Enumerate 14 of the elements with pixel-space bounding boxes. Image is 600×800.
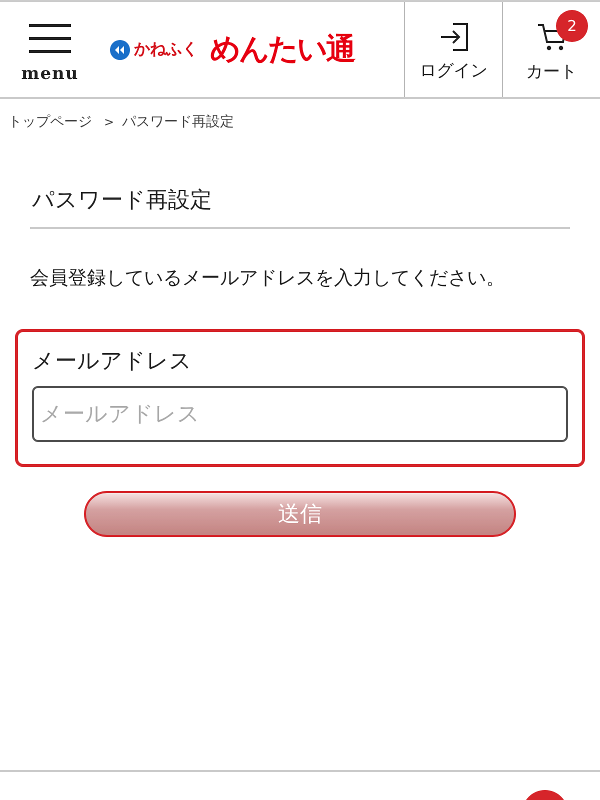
logo-brand: かねふく bbox=[134, 39, 198, 60]
menu-button[interactable]: menu bbox=[0, 2, 100, 97]
logo-icon bbox=[110, 40, 130, 60]
menu-icon bbox=[29, 24, 71, 54]
description-text: 会員登録しているメールアドレスを入力してください。 bbox=[30, 266, 506, 291]
page-title: パスワード再設定 bbox=[30, 185, 570, 229]
breadcrumb-separator: > bbox=[104, 115, 114, 129]
logo-text[interactable]: めんたい通 bbox=[210, 29, 354, 70]
breadcrumb-item: パスワード再設定 bbox=[122, 113, 234, 131]
login-icon bbox=[438, 23, 468, 51]
email-input-field[interactable]: メールアドレス bbox=[32, 386, 568, 442]
field-label: メールアドレス bbox=[32, 348, 193, 376]
cart-count-badge: 2 bbox=[556, 10, 588, 42]
breadcrumb-item[interactable]: トップページ bbox=[8, 113, 92, 131]
